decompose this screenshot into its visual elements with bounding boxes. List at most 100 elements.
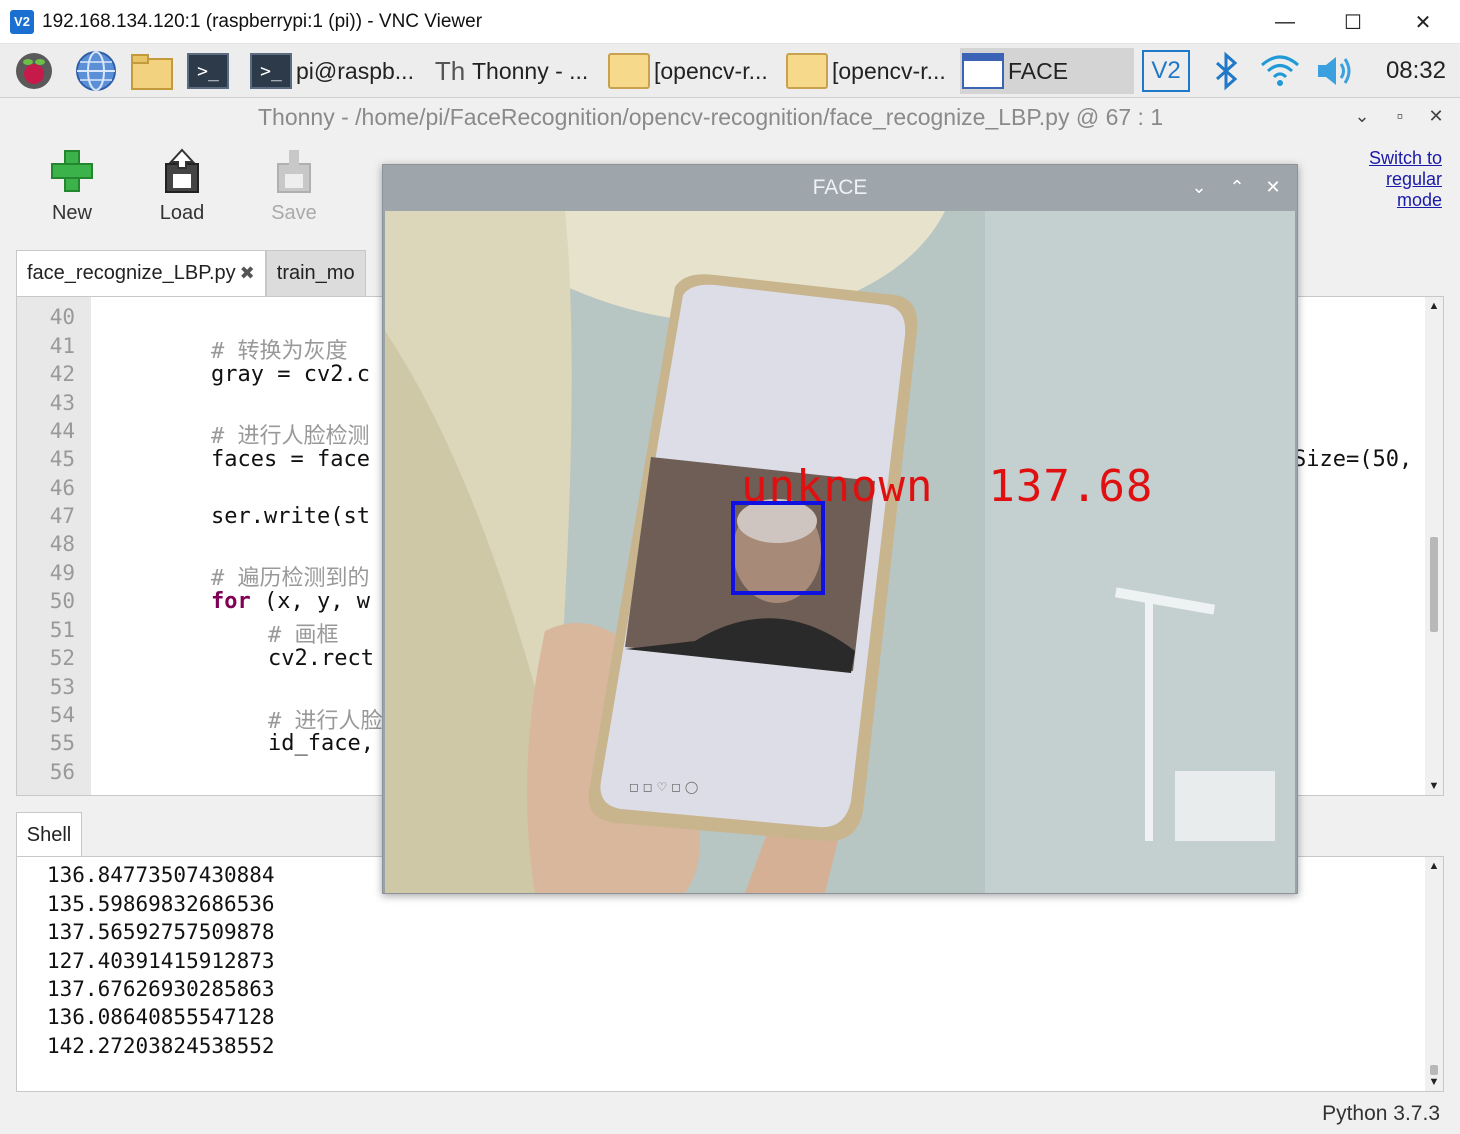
new-file-icon [49, 148, 95, 194]
load-label: Load [159, 202, 205, 224]
task-label: pi@raspb... [296, 57, 414, 84]
scroll-down-arrow-icon[interactable]: ▼ [1427, 1075, 1441, 1089]
chevron-down-icon[interactable]: ⌄ [1352, 106, 1372, 127]
thonny-window-title: Thonny - /home/pi/FaceRecognition/opencv… [258, 104, 1164, 130]
file-manager-icon[interactable] [130, 50, 174, 92]
line-number: 51 [49, 618, 75, 642]
code-line-50-rest: (x, y, w [250, 589, 370, 614]
line-number: 45 [49, 447, 75, 471]
line-number: 55 [49, 731, 75, 755]
svg-text:◻ ◻ ♡ ◻ ◯: ◻ ◻ ♡ ◻ ◯ [629, 780, 698, 794]
clock[interactable]: 08:32 [1386, 57, 1446, 85]
web-browser-icon[interactable] [74, 50, 118, 92]
folder-icon [608, 53, 650, 89]
line-number: 49 [49, 561, 75, 585]
line-number: 40 [49, 305, 75, 329]
task-folder-2[interactable]: [opencv-r... [784, 48, 954, 94]
editor-scrollbar[interactable]: ▲ ▼ [1425, 297, 1443, 795]
line-number: 54 [49, 703, 75, 727]
tab-face-recognize-lbp[interactable]: face_recognize_LBP.py ✖ [16, 250, 266, 296]
wifi-icon[interactable] [1258, 50, 1302, 92]
folder-icon [786, 53, 828, 89]
code-line-49: # 遍历检测到的 [211, 566, 370, 591]
scroll-up-arrow-icon[interactable]: ▲ [1427, 859, 1441, 873]
chevron-up-icon[interactable]: ⌃ [1227, 177, 1247, 198]
line-number: 47 [49, 504, 75, 528]
line-number: 44 [49, 419, 75, 443]
bluetooth-icon[interactable] [1204, 50, 1248, 92]
scroll-down-arrow-icon[interactable]: ▼ [1427, 779, 1441, 793]
line-number: 56 [49, 760, 75, 784]
code-line-50: for (x, y, w [211, 589, 370, 614]
shell-output-line: 127.40391415912873 [47, 949, 275, 973]
vnc-logo-icon: V2 [10, 10, 34, 34]
close-tab-icon[interactable]: ✖ [240, 263, 255, 284]
shell-output-line: 135.59869832686536 [47, 892, 275, 916]
face-window[interactable]: FACE ⌄ ⌃ ✕ ◻ ◻ ♡ ◻ ◯ unknown 137.68 [382, 164, 1298, 894]
code-line-41: # 转换为灰度 [211, 339, 348, 364]
close-icon[interactable]: ✕ [1263, 177, 1283, 198]
terminal-icon[interactable]: >_ [186, 50, 230, 92]
line-number: 50 [49, 589, 75, 613]
line-number: 48 [49, 532, 75, 556]
code-line-47: ser.write(st [211, 504, 370, 529]
status-bar: Python 3.7.3 [0, 1094, 1460, 1134]
code-line-44: # 进行人脸检测 [211, 424, 370, 449]
scrollbar-thumb[interactable] [1430, 537, 1438, 632]
load-button[interactable]: Load [142, 148, 222, 225]
line-number: 46 [49, 476, 75, 500]
close-button[interactable]: ✕ [1400, 4, 1446, 40]
task-folder-1[interactable]: [opencv-r... [606, 48, 776, 94]
task-terminal[interactable]: >_ pi@raspb... [248, 48, 420, 94]
line-number: 42 [49, 362, 75, 386]
line-number: 52 [49, 646, 75, 670]
vnc-viewer-window: V2 192.168.134.120:1 (raspberrypi:1 (pi)… [0, 0, 1460, 1134]
code-line-55: id_face, [268, 731, 374, 756]
camera-frame-image: ◻ ◻ ♡ ◻ ◯ [385, 211, 1295, 893]
task-face[interactable]: FACE [960, 48, 1134, 94]
python-version[interactable]: Python 3.7.3 [1322, 1102, 1440, 1126]
maximize-icon[interactable]: ▫ [1390, 106, 1410, 127]
shell-output-line: 137.67626930285863 [47, 977, 275, 1001]
code-line-51: # 画框 [268, 623, 339, 648]
save-file-icon [271, 148, 317, 194]
maximize-button[interactable]: ☐ [1330, 4, 1376, 40]
line-number: 41 [49, 334, 75, 358]
minimize-button[interactable]: — [1262, 4, 1308, 40]
tab-label: face_recognize_LBP.py [27, 262, 236, 284]
face-title-bar[interactable]: FACE ⌄ ⌃ ✕ [383, 165, 1297, 211]
new-button[interactable]: New [32, 148, 112, 225]
task-label: FACE [1008, 57, 1069, 84]
save-button[interactable]: Save [254, 148, 334, 225]
close-icon[interactable]: ✕ [1426, 106, 1446, 127]
face-bounding-box [731, 501, 825, 595]
code-line-52: cv2.rect [268, 646, 374, 671]
switch-mode-line: regular [1385, 169, 1442, 189]
scrollbar-thumb[interactable] [1430, 1065, 1438, 1075]
tab-train-model[interactable]: train_mo [265, 250, 366, 296]
vnc-title-bar[interactable]: V2 192.168.134.120:1 (raspberrypi:1 (pi)… [0, 0, 1460, 44]
pi-taskbar: >_ >_ pi@raspb... Th Thonny - ... [openc… [0, 44, 1460, 98]
task-thonny[interactable]: Th Thonny - ... [430, 48, 600, 94]
scroll-up-arrow-icon[interactable]: ▲ [1427, 299, 1441, 313]
vnc-server-icon[interactable]: V2 [1140, 50, 1192, 92]
camera-feed: ◻ ◻ ♡ ◻ ◯ unknown 137.68 [385, 211, 1295, 893]
volume-icon[interactable] [1312, 50, 1356, 92]
chevron-down-icon[interactable]: ⌄ [1189, 177, 1209, 198]
switch-to-regular-mode-link[interactable]: Switch to regular mode [1342, 148, 1442, 211]
tab-shell[interactable]: Shell [16, 812, 82, 858]
new-label: New [51, 202, 92, 224]
window-icon [962, 53, 1004, 89]
task-label: [opencv-r... [654, 57, 768, 84]
keyword-for: for [211, 589, 251, 614]
shell-output-line: 136.08640855547128 [47, 1005, 275, 1029]
code-line-45-tail: Size=(50, [1293, 447, 1413, 472]
raspberry-menu-icon[interactable] [12, 50, 56, 92]
shell-scrollbar[interactable]: ▲ ▼ [1425, 857, 1443, 1091]
shell-output-line: 136.84773507430884 [47, 863, 275, 887]
save-label: Save [271, 202, 317, 224]
line-number-gutter: 40 41 42 43 44 45 46 47 48 49 50 51 52 5… [17, 297, 91, 795]
vnc-window-title: 192.168.134.120:1 (raspberrypi:1 (pi)) -… [42, 11, 483, 32]
task-label: Thonny - ... [472, 57, 589, 84]
thonny-title-bar[interactable]: Thonny - /home/pi/FaceRecognition/opencv… [0, 98, 1460, 138]
